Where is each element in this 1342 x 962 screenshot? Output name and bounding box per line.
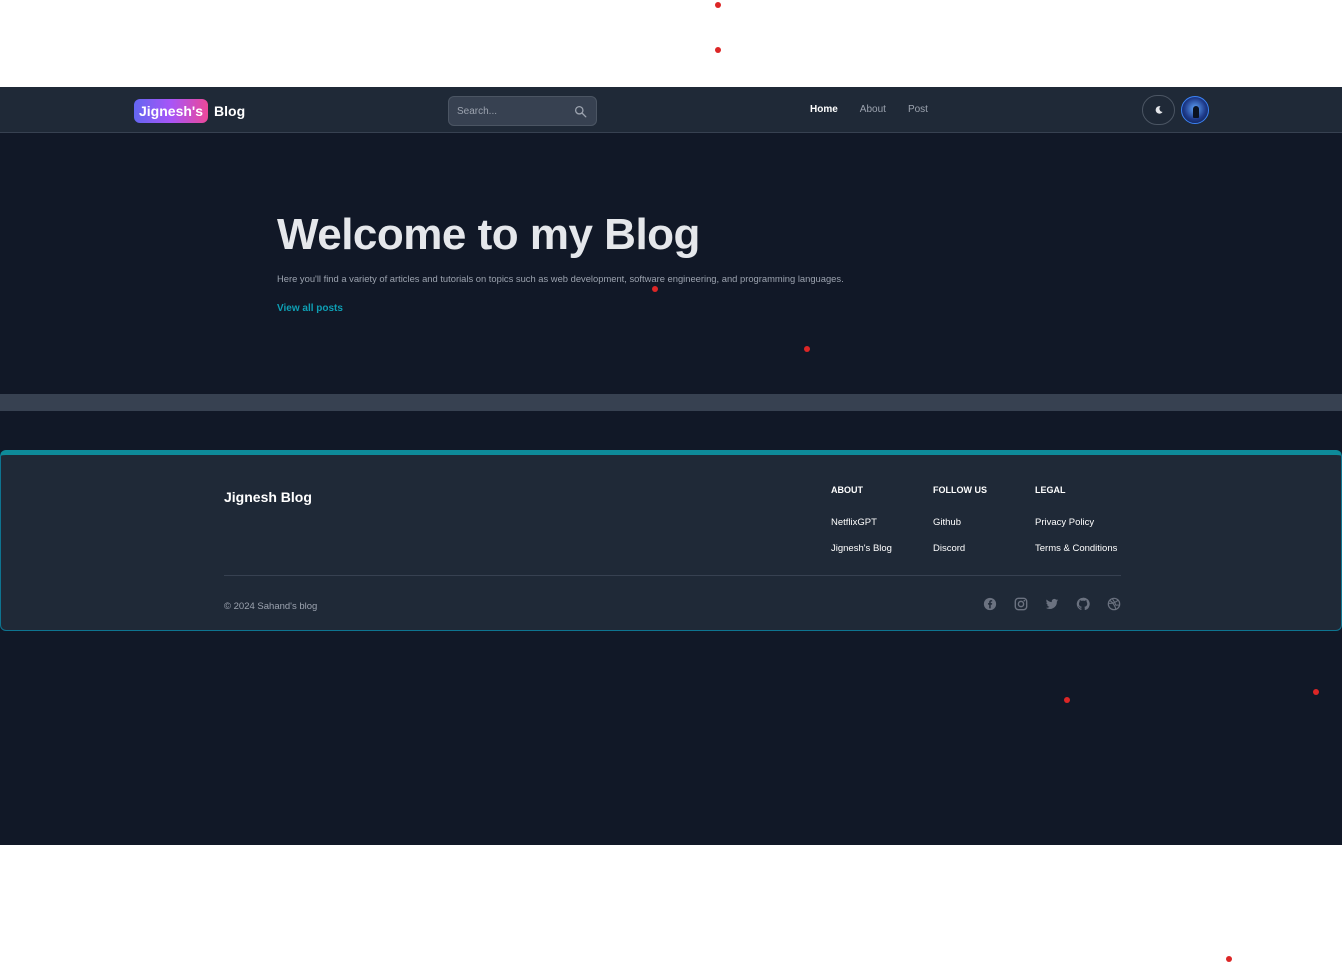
moon-icon [1155, 106, 1163, 114]
footer-column-follow: FOLLOW US Github Discord [933, 485, 987, 569]
footer-link-discord[interactable]: Discord [933, 543, 987, 554]
footer-heading: LEGAL [1035, 485, 1066, 495]
footer-brand[interactable]: Jignesh Blog [224, 489, 312, 505]
view-all-posts-link[interactable]: View all posts [277, 303, 343, 314]
nav-post[interactable]: Post [908, 104, 928, 115]
blog-app: Jignesh's Blog Home About Post Welcome t… [0, 87, 1342, 845]
logo-badge: Jignesh's [134, 98, 209, 123]
nav-home[interactable]: Home [810, 104, 838, 115]
marker-dot [1313, 689, 1319, 695]
hero-subtitle: Here you'll find a variety of articles a… [277, 273, 844, 284]
hero-title: Welcome to my Blog [277, 210, 700, 259]
github-icon[interactable] [1076, 597, 1090, 611]
footer-heading: FOLLOW US [933, 485, 987, 495]
search-input[interactable] [457, 105, 567, 117]
footer-link-netflixgpt[interactable]: NetflixGPT [831, 517, 892, 528]
facebook-icon[interactable] [983, 597, 997, 611]
footer-link-privacy[interactable]: Privacy Policy [1035, 517, 1117, 528]
bottom-whitespace [0, 845, 1342, 962]
site-footer: Jignesh Blog ABOUT NetflixGPT Jignesh's … [0, 450, 1342, 631]
marker-dot [804, 346, 810, 352]
social-links [983, 597, 1121, 611]
footer-column-about: ABOUT NetflixGPT Jignesh's Blog [831, 485, 892, 569]
site-logo[interactable]: Jignesh's Blog [134, 98, 245, 123]
search-icon[interactable] [574, 105, 587, 118]
top-whitespace [0, 0, 1342, 87]
logo-text: Blog [214, 102, 246, 119]
theme-toggle-button[interactable] [1142, 95, 1175, 125]
site-header: Jignesh's Blog Home About Post [0, 87, 1342, 133]
marker-dot [1064, 697, 1070, 703]
twitter-icon[interactable] [1045, 597, 1059, 611]
footer-column-legal: LEGAL Privacy Policy Terms & Conditions [1035, 485, 1117, 569]
nav-about[interactable]: About [860, 104, 886, 115]
instagram-icon[interactable] [1014, 597, 1028, 611]
marker-dot [1226, 956, 1232, 962]
main-nav: Home About Post [810, 104, 950, 115]
divider-band [0, 394, 1342, 411]
marker-dot [715, 2, 721, 8]
footer-divider [224, 575, 1121, 576]
copyright-text: © 2024 Sahand's blog [224, 601, 318, 612]
avatar[interactable] [1181, 96, 1209, 124]
search-box [448, 96, 597, 126]
footer-link-github[interactable]: Github [933, 517, 987, 528]
dribbble-icon[interactable] [1107, 597, 1121, 611]
marker-dot [715, 47, 721, 53]
marker-dot [652, 286, 658, 292]
footer-link-blog[interactable]: Jignesh's Blog [831, 543, 892, 554]
footer-heading: ABOUT [831, 485, 863, 495]
footer-link-terms[interactable]: Terms & Conditions [1035, 543, 1117, 554]
